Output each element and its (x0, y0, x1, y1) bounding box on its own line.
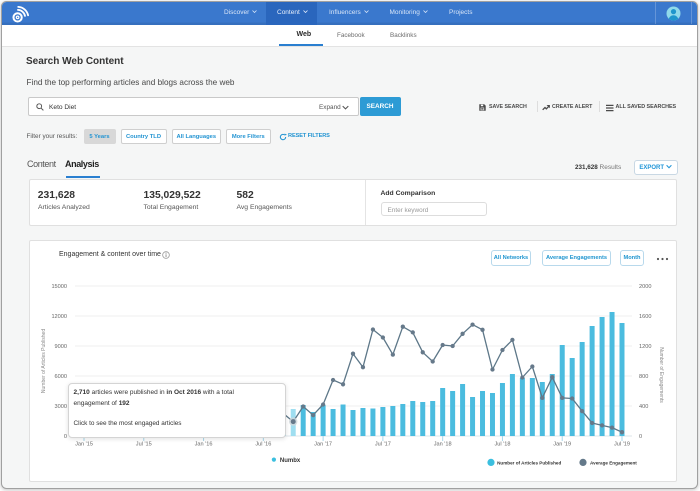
svg-text:Jul '15: Jul '15 (135, 442, 151, 448)
svg-text:Numbx: Numbx (279, 458, 300, 464)
svg-text:2000: 2000 (639, 284, 651, 290)
svg-text:Jan '16: Jan '16 (194, 442, 212, 448)
svg-text:0: 0 (639, 434, 642, 440)
svg-text:800: 800 (639, 374, 648, 380)
svg-text:1600: 1600 (639, 314, 651, 320)
svg-text:Jul '18: Jul '18 (494, 442, 510, 448)
svg-text:6000: 6000 (54, 374, 66, 380)
svg-text:12000: 12000 (51, 314, 67, 320)
svg-text:Jul '19: Jul '19 (614, 442, 630, 448)
svg-text:9000: 9000 (54, 344, 66, 350)
svg-text:Number of Articles Published: Number of Articles Published (41, 329, 47, 393)
svg-text:0: 0 (63, 434, 66, 440)
svg-text:Average Engagement: Average Engagement (590, 460, 637, 465)
svg-text:3000: 3000 (54, 404, 66, 410)
svg-text:Jan '15: Jan '15 (75, 442, 93, 448)
svg-text:Jan '19: Jan '19 (553, 442, 571, 448)
svg-text:Jul '16: Jul '16 (255, 442, 271, 448)
svg-text:Jan '18: Jan '18 (433, 442, 451, 448)
svg-text:400: 400 (639, 404, 648, 410)
svg-text:1200: 1200 (639, 344, 651, 350)
svg-text:Jan '17: Jan '17 (314, 442, 332, 448)
svg-text:Number of Articles Published: Number of Articles Published (497, 460, 561, 465)
svg-text:Number of Engagements: Number of Engagements (658, 347, 664, 403)
svg-text:15000: 15000 (51, 284, 67, 290)
svg-text:Jul '17: Jul '17 (374, 442, 390, 448)
